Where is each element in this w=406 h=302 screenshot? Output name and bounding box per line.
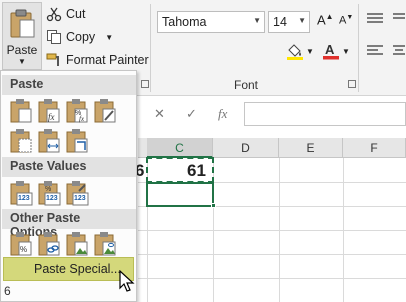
- transpose-icon[interactable]: [65, 128, 89, 154]
- column-header-b-partial: [138, 138, 147, 158]
- gridline: [138, 278, 406, 279]
- value-badge: 123: [46, 195, 58, 202]
- scissors-icon: [46, 7, 62, 22]
- formula-input[interactable]: [244, 102, 406, 126]
- chevron-down-icon: ▼: [306, 46, 314, 56]
- svg-text:%: %: [20, 245, 27, 254]
- decrease-font-size-button[interactable]: A▼: [339, 14, 353, 27]
- cut-button[interactable]: Cut: [46, 4, 85, 24]
- column-header-f[interactable]: F: [343, 138, 406, 158]
- gridline: [138, 230, 406, 231]
- font-name-dropdown[interactable]: Tahoma ▼: [157, 11, 265, 33]
- paste-button[interactable]: Paste ▼: [2, 2, 42, 70]
- value-badge: 123: [74, 195, 86, 202]
- font-dialog-launcher[interactable]: [348, 80, 356, 88]
- clipboard-icon: [10, 181, 33, 206]
- format-painter-label: Format Painter: [66, 53, 149, 67]
- paintbrush-icon: [46, 53, 59, 66]
- format-painter-button[interactable]: Format Painter: [46, 50, 149, 70]
- paste-picture-icon[interactable]: [65, 231, 89, 257]
- insert-function-icon[interactable]: fx: [218, 106, 227, 122]
- no-borders-icon[interactable]: [9, 128, 33, 154]
- font-name-value: Tahoma: [162, 15, 207, 29]
- linked-picture-icon[interactable]: [93, 231, 117, 257]
- chevron-down-icon: ▼: [105, 32, 114, 42]
- orientation-icon: [393, 13, 405, 19]
- clipboard-dialog-launcher[interactable]: [141, 80, 149, 88]
- copy-icon: [47, 30, 61, 44]
- row-header-partial: 6: [4, 284, 11, 298]
- paint-bucket-icon: [287, 44, 303, 60]
- copy-button[interactable]: Copy ▼: [46, 27, 113, 47]
- clipboard-icon: [10, 9, 35, 38]
- gridline: [138, 254, 406, 255]
- group-separator: [358, 4, 359, 92]
- fill-color-button[interactable]: ▼: [286, 41, 314, 61]
- chevron-down-icon: ▼: [298, 16, 306, 25]
- paste-link-icon[interactable]: [37, 231, 61, 257]
- paste-options-menu: Paste fx % fx Paste Values 123 % 123 123…: [0, 70, 137, 302]
- paste-values-icon[interactable]: 123: [9, 180, 33, 206]
- chevron-down-icon: ▼: [18, 57, 26, 66]
- paste-special-label: Paste Special...: [34, 262, 121, 276]
- column-header-e[interactable]: E: [279, 138, 343, 158]
- formula-bar: ✕ ✓ fx: [138, 100, 406, 128]
- paste-formulas-icon[interactable]: fx: [37, 98, 61, 124]
- font-size-dropdown[interactable]: 14 ▼: [268, 11, 310, 33]
- paste-label: Paste: [6, 43, 38, 57]
- group-separator: [150, 4, 151, 92]
- align-center-icon: [393, 45, 405, 55]
- clipboard-icon: [66, 181, 89, 206]
- font-group-label: Font: [234, 78, 259, 92]
- paste-icon[interactable]: [9, 98, 33, 124]
- keep-source-column-widths-icon[interactable]: [37, 128, 61, 154]
- font-color-icon: A: [323, 42, 339, 60]
- fill-handle[interactable]: [211, 203, 216, 208]
- svg-text:A: A: [325, 42, 335, 57]
- chevron-down-icon: ▼: [342, 46, 350, 56]
- clipboard-icon: %: [38, 181, 61, 206]
- align-top-icon[interactable]: [366, 12, 384, 26]
- value-badge: 123: [18, 195, 30, 202]
- svg-text:%: %: [45, 186, 51, 193]
- wrap-text-button[interactable]: [392, 10, 406, 70]
- svg-text:fx: fx: [48, 112, 55, 122]
- cancel-icon[interactable]: ✕: [154, 106, 165, 122]
- font-size-value: 14: [273, 15, 287, 29]
- active-cell-selection[interactable]: [146, 182, 214, 207]
- font-color-button[interactable]: A ▼: [322, 41, 350, 61]
- column-header-c[interactable]: C: [147, 138, 213, 158]
- paste-values-source-formatting-icon[interactable]: 123: [65, 180, 89, 206]
- paste-values-section-header: Paste Values: [2, 157, 136, 177]
- column-header-d[interactable]: D: [213, 138, 279, 158]
- align-left-icon[interactable]: [366, 44, 384, 58]
- cut-label: Cut: [66, 7, 86, 21]
- paste-values-number-formatting-icon[interactable]: % 123: [37, 180, 61, 206]
- highlight-color-swatch: [287, 57, 303, 60]
- mouse-pointer-icon: [119, 270, 135, 292]
- chevron-down-icon: ▼: [253, 16, 261, 25]
- enter-icon[interactable]: ✓: [186, 106, 197, 122]
- increase-font-size-button[interactable]: A▲: [317, 12, 334, 27]
- copy-label: Copy: [66, 30, 96, 44]
- paste-special-menu-item[interactable]: Paste Special...: [3, 257, 134, 281]
- paste-formatting-icon[interactable]: %: [9, 231, 33, 257]
- paste-section-header: Paste: [2, 75, 136, 95]
- paste-formulas-number-formatting-icon[interactable]: % fx: [65, 98, 89, 124]
- svg-text:fx: fx: [79, 115, 85, 123]
- other-paste-options-section-header: Other Paste Options: [2, 209, 136, 239]
- keep-source-formatting-icon[interactable]: [93, 98, 117, 124]
- copy-marquee: [146, 157, 214, 183]
